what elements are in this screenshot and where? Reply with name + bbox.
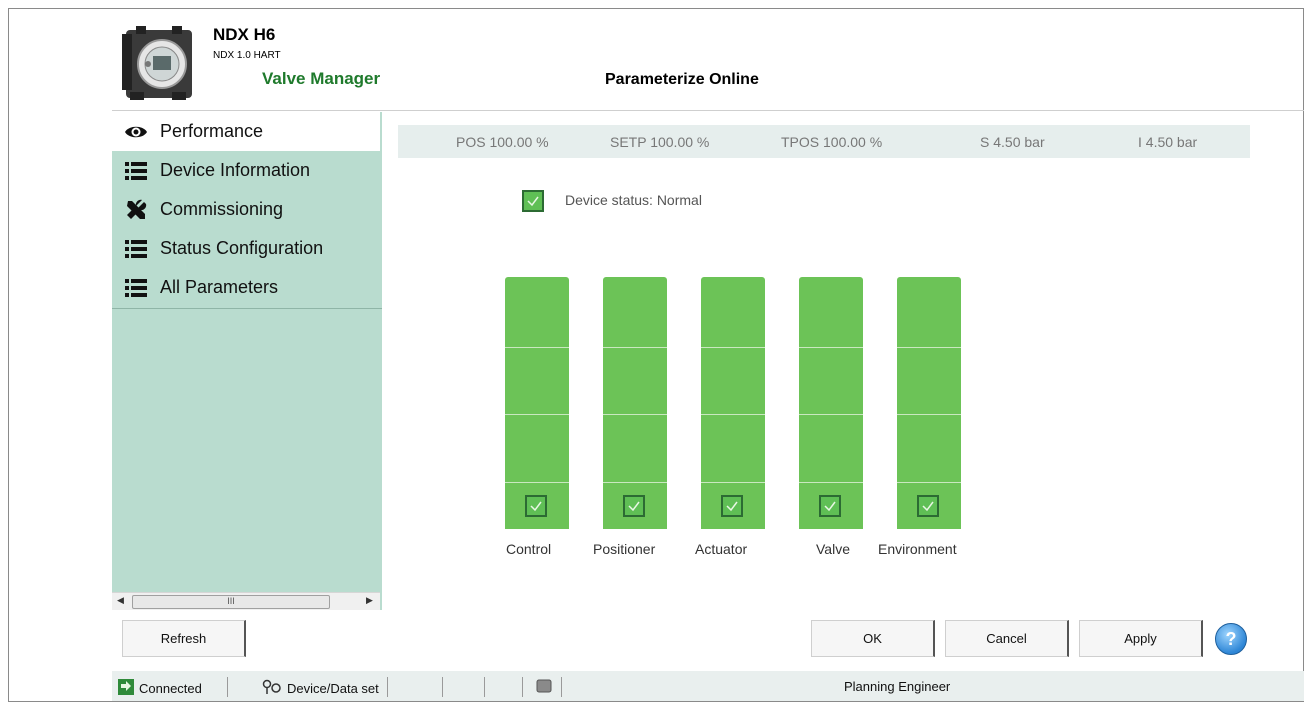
device-status-check-icon	[522, 190, 544, 212]
list-icon	[112, 278, 160, 298]
connected-icon	[118, 679, 134, 698]
positioner-indicator-bar	[603, 277, 667, 529]
sidebar: Performance Device Information Commissio…	[112, 112, 382, 610]
status-bar: Connected Device/Data set Planning Engin…	[112, 671, 1304, 701]
sidebar-item-label: Commissioning	[160, 199, 284, 219]
valve-check-icon	[819, 495, 841, 517]
stop-indicator	[536, 679, 552, 696]
device-dataset-label: Device/Data set	[287, 681, 379, 696]
valve-indicator-bar	[799, 277, 863, 529]
environment-label: Environment	[878, 541, 957, 557]
user-role-label: Planning Engineer	[844, 679, 951, 694]
valve-label: Valve	[816, 541, 850, 557]
product-name: Valve Manager	[262, 69, 381, 88]
scroll-right-icon[interactable]: ▶	[366, 595, 373, 606]
supply-pressure-readout: S 4.50 bar	[980, 134, 1045, 150]
device-name: NDX H6	[213, 25, 276, 44]
list-icon	[112, 161, 160, 181]
apply-button[interactable]: Apply	[1079, 620, 1203, 657]
connection-status: Connected	[118, 679, 202, 698]
control-indicator-bar	[505, 277, 569, 529]
sidebar-item-label: Performance	[160, 121, 264, 141]
stop-icon	[536, 679, 552, 696]
process-readout-bar: POS 100.00 % SETP 100.00 % TPOS 100.00 %…	[398, 125, 1250, 158]
environment-check-icon	[917, 495, 939, 517]
scroll-left-icon[interactable]: ◀	[117, 595, 124, 606]
sidebar-item-performance[interactable]: Performance	[112, 112, 380, 151]
device-dataset-icon	[262, 679, 282, 698]
sidebar-horizontal-scrollbar[interactable]: ◀ III ▶	[112, 592, 380, 610]
pos-readout: POS 100.00 %	[456, 134, 549, 150]
control-check-icon	[525, 495, 547, 517]
positioner-check-icon	[623, 495, 645, 517]
connection-label: Connected	[139, 681, 202, 696]
actuator-indicator-bar	[701, 277, 765, 529]
tpos-readout: TPOS 100.00 %	[781, 134, 883, 150]
actuator-check-icon	[721, 495, 743, 517]
refresh-button[interactable]: Refresh	[122, 620, 246, 657]
sidebar-divider	[112, 308, 382, 309]
eye-icon	[112, 123, 160, 141]
device-status-label: Device status: Normal	[565, 192, 702, 208]
sidebar-item-label: Device Information	[160, 160, 311, 180]
tools-icon	[112, 199, 160, 221]
setp-readout: SETP 100.00 %	[610, 134, 710, 150]
cancel-button[interactable]: Cancel	[945, 620, 1069, 657]
help-icon[interactable]: ?	[1215, 623, 1247, 655]
environment-indicator-bar	[897, 277, 961, 529]
ok-button[interactable]: OK	[811, 620, 935, 657]
actuator-label: Actuator	[695, 541, 748, 557]
device-image	[122, 22, 202, 102]
sidebar-item-device-information[interactable]: Device Information	[112, 151, 382, 190]
device-dataset-status: Device/Data set	[262, 679, 379, 698]
device-subtitle: NDX 1.0 HART	[213, 50, 281, 61]
page-title: Parameterize Online	[605, 71, 759, 88]
sidebar-item-label: Status Configuration	[160, 238, 324, 258]
sidebar-item-status-configuration[interactable]: Status Configuration	[112, 229, 382, 268]
list-icon	[112, 239, 160, 259]
sidebar-item-label: All Parameters	[160, 277, 279, 297]
scroll-thumb[interactable]: III	[132, 595, 330, 609]
positioner-label: Positioner	[593, 541, 656, 557]
i-pressure-readout: I 4.50 bar	[1138, 134, 1198, 150]
sidebar-item-commissioning[interactable]: Commissioning	[112, 190, 382, 229]
sidebar-item-all-parameters[interactable]: All Parameters	[112, 268, 382, 307]
header-divider	[112, 110, 1304, 111]
control-label: Control	[506, 541, 552, 557]
